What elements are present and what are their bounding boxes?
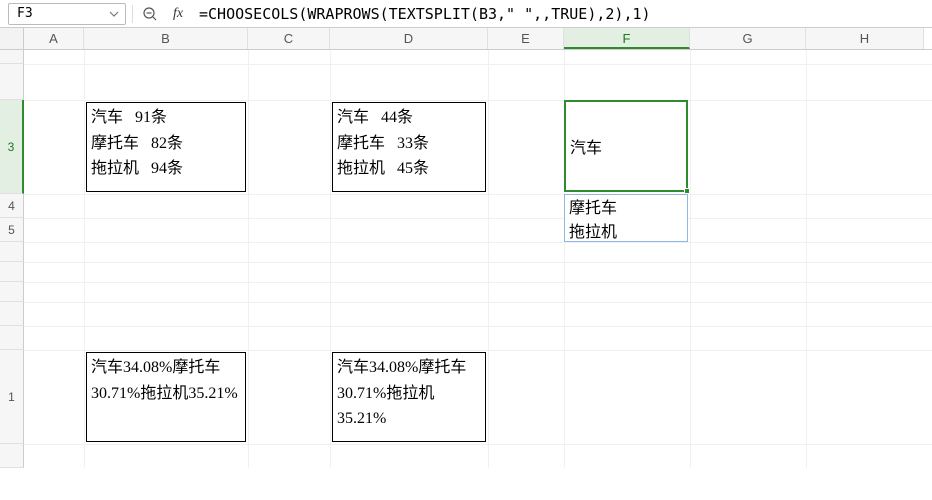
cell-F3-active[interactable]: 汽车 bbox=[564, 100, 688, 192]
name-box-value: F3 bbox=[17, 6, 33, 21]
zoom-out-icon[interactable] bbox=[139, 3, 161, 25]
cell-D11[interactable]: 汽车34.08%摩托车30.71%拖拉机35.21% bbox=[332, 352, 486, 442]
formula-input[interactable] bbox=[195, 3, 932, 25]
col-header-A[interactable]: A bbox=[24, 28, 84, 49]
col-header-F[interactable]: F bbox=[564, 28, 690, 49]
cells-area[interactable]: 汽车 91条 摩托车 82条 拖拉机 94条 汽车 44条 摩托车 33条 拖拉… bbox=[24, 50, 932, 468]
spreadsheet-grid: A B C D E F G H 3 4 5 1 bbox=[0, 28, 932, 468]
row-header-11[interactable]: 1 bbox=[0, 350, 24, 444]
row-header-3[interactable]: 3 bbox=[0, 100, 24, 194]
row-header-10[interactable] bbox=[0, 326, 24, 350]
row-header-2[interactable] bbox=[0, 64, 24, 100]
cell-B3[interactable]: 汽车 91条 摩托车 82条 拖拉机 94条 bbox=[86, 102, 246, 192]
fx-icon[interactable]: fx bbox=[167, 3, 189, 25]
cell-B11[interactable]: 汽车34.08%摩托车30.71%拖拉机35.21% bbox=[86, 352, 246, 442]
cell-D3[interactable]: 汽车 44条 摩托车 33条 拖拉机 45条 bbox=[332, 102, 486, 192]
name-box[interactable]: F3 bbox=[8, 3, 126, 25]
col-header-D[interactable]: D bbox=[330, 28, 488, 49]
col-header-C[interactable]: C bbox=[248, 28, 330, 49]
row-header-4[interactable]: 4 bbox=[0, 194, 24, 218]
select-all-corner[interactable] bbox=[0, 28, 24, 49]
row-headers: 3 4 5 1 bbox=[0, 50, 24, 468]
col-header-H[interactable]: H bbox=[806, 28, 924, 49]
cell-F4[interactable]: 摩托车 bbox=[569, 197, 683, 221]
separator bbox=[132, 5, 133, 23]
formula-bar: F3 fx bbox=[0, 0, 932, 28]
chevron-down-icon[interactable] bbox=[109, 9, 119, 19]
row-header-9[interactable] bbox=[0, 302, 24, 326]
cell-F5[interactable]: 拖拉机 bbox=[569, 221, 683, 245]
row-header-12[interactable] bbox=[0, 444, 24, 468]
column-headers: A B C D E F G H bbox=[0, 28, 932, 50]
col-header-E[interactable]: E bbox=[488, 28, 564, 49]
row-header-6[interactable] bbox=[0, 242, 24, 262]
row-header-8[interactable] bbox=[0, 282, 24, 302]
col-header-B[interactable]: B bbox=[84, 28, 248, 49]
row-header-7[interactable] bbox=[0, 262, 24, 282]
row-header-5[interactable]: 5 bbox=[0, 218, 24, 242]
col-header-G[interactable]: G bbox=[690, 28, 806, 49]
row-header-1[interactable] bbox=[0, 50, 24, 64]
spill-range-F4F5[interactable]: 摩托车 拖拉机 bbox=[564, 194, 688, 242]
cell-F3-value: 汽车 bbox=[570, 134, 602, 158]
fx-label: fx bbox=[173, 6, 183, 22]
